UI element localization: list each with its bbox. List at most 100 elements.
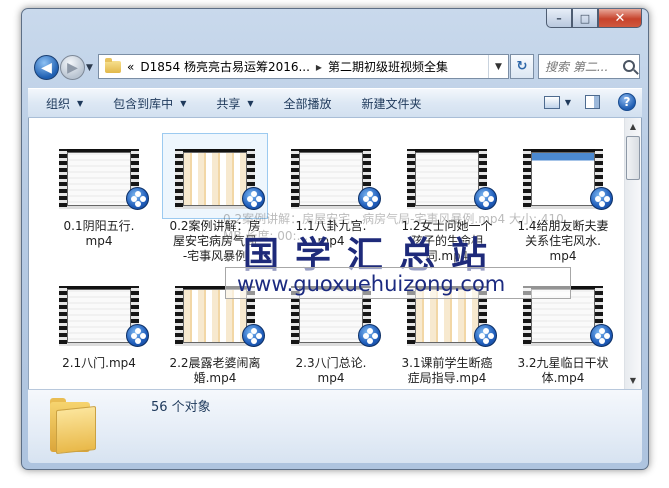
file-list-pane[interactable]: 0.1阴阳五行. mp4 0.2案例讲解：房 屋安宅病房气局 -宅事风暴例 1.1八卦九宫… xyxy=(28,118,642,389)
file-name-line: 3.1课前学生断癌 xyxy=(401,356,493,370)
view-controls: ▼ ? xyxy=(543,93,636,111)
include-label: 包含到库中 xyxy=(113,96,174,111)
file-name-line: 0.2案例讲解：房 xyxy=(169,219,261,233)
view-options-dropdown[interactable]: ▼ xyxy=(565,98,571,107)
play-all-button[interactable]: 全部播放 xyxy=(284,95,332,112)
include-in-library-menu[interactable]: 包含到库中 ▼ xyxy=(113,95,186,112)
file-name-line: mp4 xyxy=(317,234,345,248)
chevron-down-icon: ▼ xyxy=(247,98,254,108)
folder-icon xyxy=(105,57,121,73)
file-name-line: 孩子的生命相 xyxy=(410,234,483,248)
media-player-icon xyxy=(358,324,381,347)
file-name: 2.1八门.mp4 xyxy=(45,356,153,371)
arrow-right-icon: ▶ xyxy=(67,59,78,76)
file-name-line: 2.2晨露老婆闹离 xyxy=(169,356,261,370)
vertical-scrollbar[interactable]: ▲ ▼ xyxy=(624,118,641,389)
file-name-line: 0.1阴阳五行. xyxy=(63,219,135,233)
file-name: 3.2九星临日干状 体.mp4 xyxy=(509,356,617,386)
media-player-icon xyxy=(474,324,497,347)
file-thumbnail-area[interactable] xyxy=(279,134,383,218)
media-player-icon xyxy=(126,187,149,210)
search-icon[interactable] xyxy=(623,60,635,72)
chevron-down-icon: ▼ xyxy=(180,98,187,108)
arrow-left-icon: ◀ xyxy=(41,59,52,76)
back-button[interactable]: ◀ xyxy=(34,55,59,80)
details-pane: 56 个对象 xyxy=(28,389,642,463)
file-name-line: 同.mp4 xyxy=(425,249,469,263)
chevron-down-icon: ▼ xyxy=(77,98,84,108)
refresh-icon: ↻ xyxy=(516,59,528,74)
maximize-button[interactable]: □ xyxy=(572,9,598,28)
file-name: 1.2女士问她一个 孩子的生命相 同.mp4 xyxy=(393,219,501,264)
file-name-line: 1.2女士问她一个 xyxy=(401,219,493,233)
file-thumbnail-area[interactable] xyxy=(163,271,267,355)
new-folder-button[interactable]: 新建文件夹 xyxy=(362,95,422,112)
file-thumbnail-area[interactable] xyxy=(47,271,151,355)
file-name-line: 2.3八门总论. xyxy=(295,356,367,370)
breadcrumb-parent[interactable]: D1854 杨亮亮古易运筹2016... xyxy=(140,58,310,75)
file-name-line: 屋安宅病房气局 xyxy=(172,234,257,248)
media-player-icon xyxy=(358,187,381,210)
breadcrumb-separator[interactable]: ▸ xyxy=(316,60,322,74)
file-name: 0.2案例讲解：房 屋安宅病房气局 -宅事风暴例 xyxy=(161,219,269,264)
file-name-line: 1.1八卦九宫. xyxy=(295,219,367,233)
file-name: 1.4给朋友断夫妻 关系住宅风水. mp4 xyxy=(509,219,617,264)
close-button[interactable]: ✕ xyxy=(598,9,642,28)
file-name-line: 婚.mp4 xyxy=(193,371,237,385)
explorer-window: – □ ✕ ◀ ▶ ▼ « D1854 杨亮亮古易运筹2016... ▸ 第二期… xyxy=(21,8,649,470)
media-player-icon xyxy=(242,187,265,210)
file-name: 3.1课前学生断癌 症局指导.mp4 xyxy=(393,356,501,386)
scroll-up-arrow-icon[interactable]: ▲ xyxy=(625,118,641,135)
media-player-icon xyxy=(242,324,265,347)
scroll-down-arrow-icon[interactable]: ▼ xyxy=(625,372,641,389)
file-name-line: mp4 xyxy=(549,249,577,263)
help-icon[interactable]: ? xyxy=(618,93,636,111)
file-name: 2.2晨露老婆闹离 婚.mp4 xyxy=(161,356,269,386)
caption-buttons: – □ ✕ xyxy=(546,9,642,28)
scrollbar-thumb[interactable] xyxy=(626,136,640,180)
file-name: 1.1八卦九宫. mp4 xyxy=(277,219,385,249)
navigation-bar: ◀ ▶ ▼ « D1854 杨亮亮古易运筹2016... ▸ 第二期初级班视频全… xyxy=(28,51,642,81)
change-view-icon[interactable] xyxy=(543,95,560,109)
organize-menu[interactable]: 组织 ▼ xyxy=(46,95,83,112)
media-player-icon xyxy=(126,324,149,347)
refresh-button[interactable]: ↻ xyxy=(510,54,534,79)
folder-icon xyxy=(50,396,96,455)
minimize-button[interactable]: – xyxy=(546,9,572,28)
file-thumbnail-area[interactable] xyxy=(511,134,615,218)
file-thumbnail-area[interactable] xyxy=(279,271,383,355)
file-name-line: 3.2九星临日干状 xyxy=(517,356,609,370)
file-name-line: 1.4给朋友断夫妻 xyxy=(517,219,609,233)
share-label: 共享 xyxy=(216,96,241,111)
path-overflow[interactable]: « xyxy=(127,60,134,74)
address-bar[interactable]: « D1854 杨亮亮古易运筹2016... ▸ 第二期初级班视频全集 ▼ xyxy=(98,54,509,79)
organize-label: 组织 xyxy=(46,96,71,111)
item-count: 56 个对象 xyxy=(151,400,211,415)
share-menu[interactable]: 共享 ▼ xyxy=(216,95,253,112)
address-dropdown[interactable]: ▼ xyxy=(488,55,508,78)
media-player-icon xyxy=(474,187,497,210)
file-thumbnail-area[interactable] xyxy=(511,271,615,355)
media-player-icon xyxy=(590,324,613,347)
media-player-icon xyxy=(590,187,613,210)
file-name-line: -宅事风暴例 xyxy=(182,249,248,263)
search-input[interactable] xyxy=(545,59,617,74)
file-name: 0.1阴阳五行. mp4 xyxy=(45,219,153,249)
file-name-line: mp4 xyxy=(85,234,113,248)
preview-pane-icon[interactable] xyxy=(585,95,600,109)
file-name: 2.3八门总论. mp4 xyxy=(277,356,385,386)
command-bar: 组织 ▼ 包含到库中 ▼ 共享 ▼ 全部播放 新建文件夹 ▼ ? xyxy=(28,88,642,118)
file-name-line: 2.1八门.mp4 xyxy=(62,356,136,370)
search-box[interactable] xyxy=(538,54,640,79)
file-name-line: 体.mp4 xyxy=(541,371,585,385)
file-thumbnail-area[interactable] xyxy=(395,271,499,355)
file-thumbnail-area[interactable] xyxy=(162,133,268,219)
file-name-line: 关系住宅风水. xyxy=(525,234,601,248)
breadcrumb-current[interactable]: 第二期初级班视频全集 xyxy=(328,58,448,75)
forward-button[interactable]: ▶ xyxy=(60,55,85,80)
file-thumbnail-area[interactable] xyxy=(395,134,499,218)
file-name-line: 症局指导.mp4 xyxy=(407,371,487,385)
file-name-line: mp4 xyxy=(317,371,345,385)
file-thumbnail-area[interactable] xyxy=(47,134,151,218)
recent-pages-dropdown[interactable]: ▼ xyxy=(86,63,93,73)
